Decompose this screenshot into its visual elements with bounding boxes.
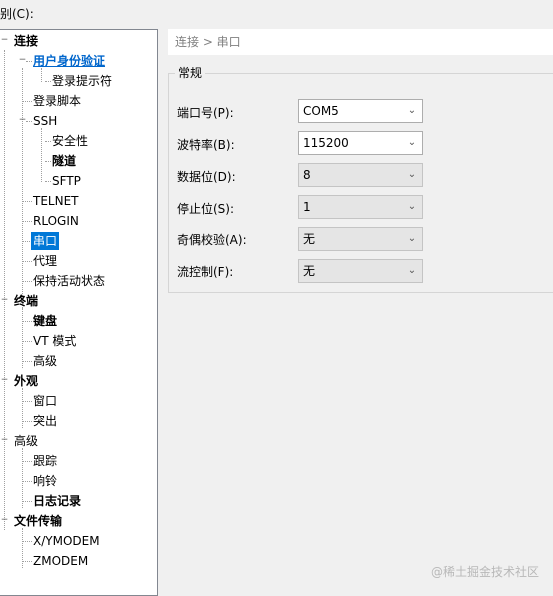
category-tree[interactable]: − − − − − − − 连接 用户身份验证 登录提示符 登录脚本 SSH 安… xyxy=(0,29,158,596)
tree-guide-line xyxy=(41,128,42,182)
baud-rate-value: 115200 xyxy=(303,136,349,150)
tree-item-telnet[interactable]: TELNET xyxy=(31,192,81,210)
tree-item-logging[interactable]: 日志记录 xyxy=(31,492,83,510)
tree-item-xymodem[interactable]: X/YMODEM xyxy=(31,532,102,550)
tree-item-tunneling[interactable]: 隧道 xyxy=(50,152,78,170)
tree-guide-line xyxy=(22,388,23,428)
flow-control-value: 无 xyxy=(303,264,316,278)
tree-item-terminal[interactable]: 终端 xyxy=(12,292,40,310)
tree-item-keep-alive[interactable]: 保持活动状态 xyxy=(31,272,107,290)
minus-box-icon[interactable]: − xyxy=(0,376,9,386)
minus-box-icon[interactable]: − xyxy=(18,116,27,126)
baud-rate-select[interactable]: 115200 ⌄ xyxy=(298,131,423,155)
parity-value: 无 xyxy=(303,232,316,246)
tree-item-security[interactable]: 安全性 xyxy=(50,132,90,150)
chevron-down-icon[interactable]: ⌄ xyxy=(406,100,418,122)
minus-box-icon[interactable]: − xyxy=(0,516,9,526)
stop-bits-label: 停止位(S): xyxy=(177,202,235,216)
tree-item-ssh[interactable]: SSH xyxy=(31,112,59,130)
parity-select[interactable]: 无 ⌄ xyxy=(298,227,423,251)
tree-item-terminal-advanced[interactable]: 高级 xyxy=(31,352,59,370)
data-bits-value: 8 xyxy=(303,168,311,182)
tree-guide-line xyxy=(22,448,23,508)
chevron-down-icon[interactable]: ⌄ xyxy=(406,164,418,186)
stop-bits-value: 1 xyxy=(303,200,311,214)
port-value: COM5 xyxy=(303,104,339,118)
tree-guide-line xyxy=(22,308,23,368)
tree-item-login-scripts[interactable]: 登录脚本 xyxy=(31,92,83,110)
tree-item-vt-modes[interactable]: VT 模式 xyxy=(31,332,78,350)
baud-rate-label: 波特率(B): xyxy=(177,138,235,152)
tree-guide-line xyxy=(4,50,5,530)
tree-item-appearance[interactable]: 外观 xyxy=(12,372,40,390)
tree-item-file-transfer[interactable]: 文件传输 xyxy=(12,512,64,530)
breadcrumb: 连接 > 串口 xyxy=(168,29,553,55)
tree-item-highlight[interactable]: 突出 xyxy=(31,412,59,430)
tree-item-proxy[interactable]: 代理 xyxy=(31,252,59,270)
tree-item-advanced[interactable]: 高级 xyxy=(12,432,40,450)
chevron-down-icon[interactable]: ⌄ xyxy=(406,228,418,250)
data-bits-label: 数据位(D): xyxy=(177,170,236,184)
category-label: 别(C): xyxy=(0,7,34,21)
flow-control-select[interactable]: 无 ⌄ xyxy=(298,259,423,283)
minus-box-icon[interactable]: − xyxy=(18,56,27,66)
stop-bits-select[interactable]: 1 ⌄ xyxy=(298,195,423,219)
tree-guide-line xyxy=(41,68,42,82)
tree-item-rlogin[interactable]: RLOGIN xyxy=(31,212,81,230)
port-label: 端口号(P): xyxy=(177,106,234,120)
tree-item-login-prompts[interactable]: 登录提示符 xyxy=(50,72,114,90)
parity-label: 奇偶校验(A): xyxy=(177,233,247,247)
tree-item-zmodem[interactable]: ZMODEM xyxy=(31,552,90,570)
tree-item-trace[interactable]: 跟踪 xyxy=(31,452,59,470)
tree-item-serial[interactable]: 串口 xyxy=(31,232,60,250)
chevron-down-icon[interactable]: ⌄ xyxy=(406,132,418,154)
flow-control-label: 流控制(F): xyxy=(177,265,234,279)
group-title: 常规 xyxy=(175,66,206,80)
chevron-down-icon[interactable]: ⌄ xyxy=(406,196,418,218)
tree-item-connection[interactable]: 连接 xyxy=(12,32,40,50)
tree-guide-line xyxy=(22,68,23,308)
tree-item-keyboard[interactable]: 键盘 xyxy=(31,312,59,330)
watermark: @稀土掘金技术社区 xyxy=(430,565,539,579)
tree-item-user-auth[interactable]: 用户身份验证 xyxy=(31,52,107,70)
chevron-down-icon[interactable]: ⌄ xyxy=(406,260,418,282)
tree-item-window[interactable]: 窗口 xyxy=(31,392,59,410)
minus-box-icon[interactable]: − xyxy=(0,36,9,46)
port-select[interactable]: COM5 ⌄ xyxy=(298,99,423,123)
tree-item-bell[interactable]: 响铃 xyxy=(31,472,59,490)
tree-item-sftp[interactable]: SFTP xyxy=(50,172,83,190)
data-bits-select[interactable]: 8 ⌄ xyxy=(298,163,423,187)
tree-guide-line xyxy=(22,528,23,568)
minus-box-icon[interactable]: − xyxy=(0,296,9,306)
minus-box-icon[interactable]: − xyxy=(0,436,9,446)
